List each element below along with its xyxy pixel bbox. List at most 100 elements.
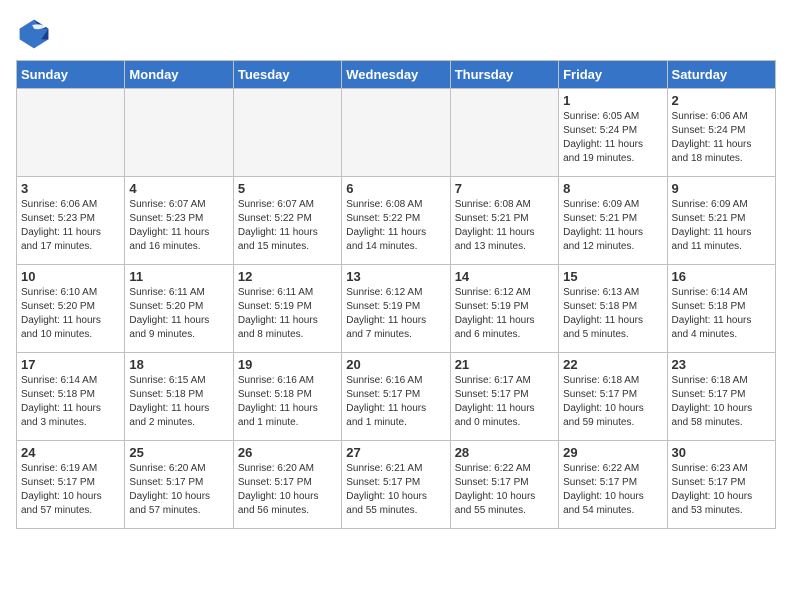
- calendar-cell: [342, 89, 450, 177]
- day-number: 24: [21, 445, 120, 460]
- day-detail: Sunrise: 6:19 AM Sunset: 5:17 PM Dayligh…: [21, 462, 120, 518]
- calendar-cell: 19 Sunrise: 6:16 AM Sunset: 5:18 PM Dayli…: [233, 353, 341, 441]
- day-number: 28: [455, 445, 554, 460]
- calendar-cell: 10 Sunrise: 6:10 AM Sunset: 5:20 PM Dayli…: [17, 265, 125, 353]
- calendar-cell: 28 Sunrise: 6:22 AM Sunset: 5:17 PM Dayli…: [450, 441, 558, 529]
- calendar-week-2: 3 Sunrise: 6:06 AM Sunset: 5:23 PM Daylig…: [17, 177, 776, 265]
- day-detail: Sunrise: 6:06 AM Sunset: 5:24 PM Dayligh…: [672, 110, 771, 166]
- calendar-week-5: 24 Sunrise: 6:19 AM Sunset: 5:17 PM Dayli…: [17, 441, 776, 529]
- day-detail: Sunrise: 6:10 AM Sunset: 5:20 PM Dayligh…: [21, 286, 120, 342]
- day-detail: Sunrise: 6:08 AM Sunset: 5:22 PM Dayligh…: [346, 198, 445, 254]
- day-number: 5: [238, 181, 337, 196]
- logo: [16, 16, 56, 52]
- day-detail: Sunrise: 6:06 AM Sunset: 5:23 PM Dayligh…: [21, 198, 120, 254]
- day-detail: Sunrise: 6:17 AM Sunset: 5:17 PM Dayligh…: [455, 374, 554, 430]
- day-detail: Sunrise: 6:18 AM Sunset: 5:17 PM Dayligh…: [672, 374, 771, 430]
- day-number: 23: [672, 357, 771, 372]
- day-number: 20: [346, 357, 445, 372]
- day-detail: Sunrise: 6:12 AM Sunset: 5:19 PM Dayligh…: [455, 286, 554, 342]
- calendar-cell: 25Sunrise: 6:20 AM Sunset: 5:17 PM Dayli…: [125, 441, 233, 529]
- calendar-cell: 22 Sunrise: 6:18 AM Sunset: 5:17 PM Dayli…: [559, 353, 667, 441]
- day-number: 3: [21, 181, 120, 196]
- calendar-cell: 14Sunrise: 6:12 AM Sunset: 5:19 PM Dayli…: [450, 265, 558, 353]
- day-detail: Sunrise: 6:18 AM Sunset: 5:17 PM Dayligh…: [563, 374, 662, 430]
- day-detail: Sunrise: 6:16 AM Sunset: 5:17 PM Dayligh…: [346, 374, 445, 430]
- calendar-cell: 1 Sunrise: 6:05 AM Sunset: 5:24 PM Daylig…: [559, 89, 667, 177]
- day-detail: Sunrise: 6:16 AM Sunset: 5:18 PM Dayligh…: [238, 374, 337, 430]
- page-container: SundayMondayTuesdayWednesdayThursdayFrid…: [0, 0, 792, 537]
- day-number: 2: [672, 93, 771, 108]
- calendar-cell: [233, 89, 341, 177]
- day-detail: Sunrise: 6:09 AM Sunset: 5:21 PM Dayligh…: [672, 198, 771, 254]
- day-detail: Sunrise: 6:13 AM Sunset: 5:18 PM Dayligh…: [563, 286, 662, 342]
- day-number: 4: [129, 181, 228, 196]
- calendar-cell: 8 Sunrise: 6:09 AM Sunset: 5:21 PM Daylig…: [559, 177, 667, 265]
- calendar-body: 1 Sunrise: 6:05 AM Sunset: 5:24 PM Daylig…: [17, 89, 776, 529]
- day-number: 17: [21, 357, 120, 372]
- day-detail: Sunrise: 6:08 AM Sunset: 5:21 PM Dayligh…: [455, 198, 554, 254]
- weekday-header-row: SundayMondayTuesdayWednesdayThursdayFrid…: [17, 61, 776, 89]
- calendar-cell: 6Sunrise: 6:08 AM Sunset: 5:22 PM Daylig…: [342, 177, 450, 265]
- logo-icon: [16, 16, 52, 52]
- weekday-header-saturday: Saturday: [667, 61, 775, 89]
- day-number: 26: [238, 445, 337, 460]
- calendar-cell: 15Sunrise: 6:13 AM Sunset: 5:18 PM Dayli…: [559, 265, 667, 353]
- calendar-cell: 9 Sunrise: 6:09 AM Sunset: 5:21 PM Daylig…: [667, 177, 775, 265]
- day-detail: Sunrise: 6:14 AM Sunset: 5:18 PM Dayligh…: [672, 286, 771, 342]
- calendar-cell: 30 Sunrise: 6:23 AM Sunset: 5:17 PM Dayli…: [667, 441, 775, 529]
- calendar-cell: [450, 89, 558, 177]
- day-number: 13: [346, 269, 445, 284]
- calendar-cell: 13 Sunrise: 6:12 AM Sunset: 5:19 PM Dayli…: [342, 265, 450, 353]
- calendar-cell: 29Sunrise: 6:22 AM Sunset: 5:17 PM Dayli…: [559, 441, 667, 529]
- weekday-header-tuesday: Tuesday: [233, 61, 341, 89]
- calendar-week-4: 17 Sunrise: 6:14 AM Sunset: 5:18 PM Dayli…: [17, 353, 776, 441]
- weekday-header-friday: Friday: [559, 61, 667, 89]
- day-number: 12: [238, 269, 337, 284]
- day-detail: Sunrise: 6:11 AM Sunset: 5:19 PM Dayligh…: [238, 286, 337, 342]
- day-detail: Sunrise: 6:07 AM Sunset: 5:23 PM Dayligh…: [129, 198, 228, 254]
- day-detail: Sunrise: 6:12 AM Sunset: 5:19 PM Dayligh…: [346, 286, 445, 342]
- day-number: 9: [672, 181, 771, 196]
- calendar-cell: [17, 89, 125, 177]
- day-number: 30: [672, 445, 771, 460]
- calendar-week-1: 1 Sunrise: 6:05 AM Sunset: 5:24 PM Daylig…: [17, 89, 776, 177]
- calendar-cell: 23 Sunrise: 6:18 AM Sunset: 5:17 PM Dayli…: [667, 353, 775, 441]
- day-number: 7: [455, 181, 554, 196]
- day-detail: Sunrise: 6:23 AM Sunset: 5:17 PM Dayligh…: [672, 462, 771, 518]
- day-number: 29: [563, 445, 662, 460]
- calendar-header: SundayMondayTuesdayWednesdayThursdayFrid…: [17, 61, 776, 89]
- day-detail: Sunrise: 6:09 AM Sunset: 5:21 PM Dayligh…: [563, 198, 662, 254]
- header: [16, 16, 776, 52]
- day-number: 8: [563, 181, 662, 196]
- day-number: 18: [129, 357, 228, 372]
- day-number: 1: [563, 93, 662, 108]
- calendar-cell: 7 Sunrise: 6:08 AM Sunset: 5:21 PM Daylig…: [450, 177, 558, 265]
- day-detail: Sunrise: 6:22 AM Sunset: 5:17 PM Dayligh…: [455, 462, 554, 518]
- calendar-cell: 21 Sunrise: 6:17 AM Sunset: 5:17 PM Dayli…: [450, 353, 558, 441]
- calendar-cell: 3 Sunrise: 6:06 AM Sunset: 5:23 PM Daylig…: [17, 177, 125, 265]
- day-detail: Sunrise: 6:20 AM Sunset: 5:17 PM Dayligh…: [129, 462, 228, 518]
- calendar-cell: 17 Sunrise: 6:14 AM Sunset: 5:18 PM Dayli…: [17, 353, 125, 441]
- day-detail: Sunrise: 6:11 AM Sunset: 5:20 PM Dayligh…: [129, 286, 228, 342]
- calendar-cell: 26Sunrise: 6:20 AM Sunset: 5:17 PM Dayli…: [233, 441, 341, 529]
- calendar-cell: 2 Sunrise: 6:06 AM Sunset: 5:24 PM Daylig…: [667, 89, 775, 177]
- day-number: 21: [455, 357, 554, 372]
- calendar-cell: 11 Sunrise: 6:11 AM Sunset: 5:20 PM Dayli…: [125, 265, 233, 353]
- day-number: 16: [672, 269, 771, 284]
- calendar-table: SundayMondayTuesdayWednesdayThursdayFrid…: [16, 60, 776, 529]
- day-number: 22: [563, 357, 662, 372]
- day-detail: Sunrise: 6:21 AM Sunset: 5:17 PM Dayligh…: [346, 462, 445, 518]
- day-detail: Sunrise: 6:14 AM Sunset: 5:18 PM Dayligh…: [21, 374, 120, 430]
- day-detail: Sunrise: 6:05 AM Sunset: 5:24 PM Dayligh…: [563, 110, 662, 166]
- calendar-cell: 5Sunrise: 6:07 AM Sunset: 5:22 PM Daylig…: [233, 177, 341, 265]
- calendar-cell: 27Sunrise: 6:21 AM Sunset: 5:17 PM Dayli…: [342, 441, 450, 529]
- calendar-cell: 24 Sunrise: 6:19 AM Sunset: 5:17 PM Dayli…: [17, 441, 125, 529]
- weekday-header-monday: Monday: [125, 61, 233, 89]
- calendar-cell: 18Sunrise: 6:15 AM Sunset: 5:18 PM Dayli…: [125, 353, 233, 441]
- day-number: 10: [21, 269, 120, 284]
- day-number: 19: [238, 357, 337, 372]
- calendar-week-3: 10 Sunrise: 6:10 AM Sunset: 5:20 PM Dayli…: [17, 265, 776, 353]
- day-number: 11: [129, 269, 228, 284]
- calendar-cell: 16 Sunrise: 6:14 AM Sunset: 5:18 PM Dayli…: [667, 265, 775, 353]
- calendar-cell: 12 Sunrise: 6:11 AM Sunset: 5:19 PM Dayli…: [233, 265, 341, 353]
